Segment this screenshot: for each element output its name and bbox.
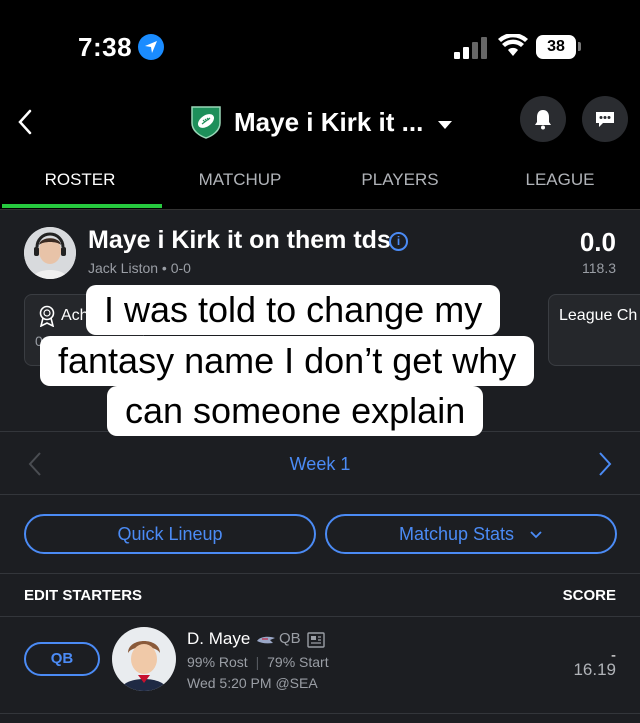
team-projected-score: 118.3 <box>582 260 616 276</box>
avatar[interactable] <box>24 227 76 279</box>
achievements-chip[interactable]: Ach 0 <box>24 294 144 366</box>
score-column-label: SCORE <box>562 587 616 604</box>
player-projection: 16.19 <box>573 660 616 679</box>
app-header: Maye i Kirk it ... <box>0 95 640 155</box>
team-score: 0.0 <box>579 227 616 257</box>
week-label[interactable]: Week 1 <box>0 454 640 475</box>
battery-icon: 38 <box>536 35 576 59</box>
league-chip-label: League Ch <box>559 307 638 324</box>
battery-tip <box>578 42 581 51</box>
player-row[interactable]: QB D. Maye QB 99% Rost | 79% Start Wed 5… <box>0 617 640 713</box>
info-icon[interactable]: i <box>389 232 408 251</box>
league-chip[interactable]: League Ch <box>548 294 640 366</box>
team-summary: Maye i Kirk it on them tds i Jack Liston… <box>0 210 640 294</box>
chat-button[interactable] <box>582 96 628 142</box>
quick-lineup-button[interactable]: Quick Lineup <box>24 514 316 554</box>
status-time: 7:38 <box>78 32 133 62</box>
chevron-down-icon[interactable] <box>438 121 452 129</box>
achievements-label: Ach <box>61 307 89 324</box>
active-tab-indicator <box>2 204 162 208</box>
team-logo-icon <box>257 636 275 644</box>
tab-players[interactable]: PLAYERS <box>320 170 480 190</box>
chat-icon <box>596 112 614 127</box>
status-bar: 7:38 38 <box>0 0 640 95</box>
cellular-signal-icon <box>454 37 488 59</box>
chevron-right-icon[interactable] <box>596 450 614 478</box>
tab-league[interactable]: LEAGUE <box>480 170 640 190</box>
starters-header: EDIT STARTERS SCORE <box>0 573 640 617</box>
player-headshot[interactable] <box>112 627 176 691</box>
roster-panel: Maye i Kirk it on them tds i Jack Liston… <box>0 210 640 723</box>
player-ownership: 99% Rost | 79% Start <box>187 654 329 670</box>
tab-roster[interactable]: ROSTER <box>0 170 160 190</box>
week-selector: Week 1 <box>0 431 640 495</box>
news-icon[interactable] <box>307 632 325 648</box>
next-player-row[interactable] <box>0 713 640 723</box>
achievements-count: 0 <box>35 333 43 349</box>
award-icon <box>39 305 55 327</box>
player-position: QB <box>279 630 301 647</box>
back-chevron-icon[interactable] <box>14 107 38 137</box>
tab-bar: ROSTER MATCHUP PLAYERS LEAGUE <box>0 155 640 210</box>
rostered-percent: 99% Rost <box>187 654 248 670</box>
tab-matchup[interactable]: MATCHUP <box>160 170 320 190</box>
team-title[interactable]: Maye i Kirk it ... <box>234 107 423 138</box>
game-info: Wed 5:20 PM @SEA <box>187 675 318 691</box>
started-percent: 79% Start <box>267 654 329 670</box>
team-name: Maye i Kirk it on them tds <box>88 226 391 254</box>
notifications-button[interactable] <box>520 96 566 142</box>
location-icon <box>138 34 164 60</box>
wifi-icon <box>498 34 528 56</box>
slot-qb-button[interactable]: QB <box>24 642 100 676</box>
player-name[interactable]: D. Maye <box>187 629 250 649</box>
matchup-stats-label: Matchup Stats <box>398 524 515 544</box>
chevron-down-icon <box>530 531 542 539</box>
bell-icon <box>535 110 551 130</box>
achievement-chips: Ach 0 League Ch <box>0 294 640 431</box>
team-logo-icon <box>191 106 221 139</box>
owner-record: Jack Liston • 0-0 <box>88 260 191 276</box>
matchup-stats-button[interactable]: Matchup Stats <box>325 514 617 554</box>
edit-starters-label[interactable]: EDIT STARTERS <box>24 587 142 604</box>
